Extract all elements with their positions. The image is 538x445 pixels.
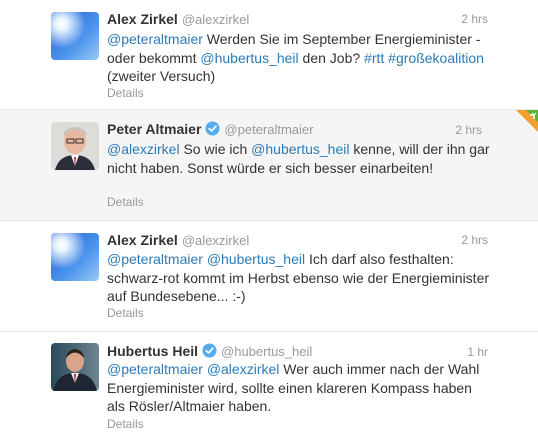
username[interactable]: @alexzirkel <box>182 12 249 27</box>
text-segment: (zweiter Versuch) <box>107 68 216 84</box>
tweet-text: @peteraltmaier @hubertus_heil Ich darf a… <box>107 250 492 306</box>
details-link[interactable]: Details <box>107 195 144 209</box>
mention-link[interactable]: @alexzirkel <box>207 361 280 377</box>
mention-link[interactable]: @hubertus_heil <box>207 251 305 267</box>
fullname[interactable]: Alex Zirkel <box>107 11 178 27</box>
text-segment: den Job? <box>298 49 365 66</box>
sky-sun-avatar-image <box>51 12 99 60</box>
sky-sun-avatar-image <box>51 233 99 281</box>
username[interactable]: @hubertus_heil <box>221 344 312 359</box>
hashtag-link[interactable]: #rtt <box>364 50 384 66</box>
avatar[interactable] <box>51 122 99 170</box>
details-link[interactable]: Details <box>107 417 144 431</box>
tweet-item[interactable]: Alex Zirkel @alexzirkel 2 hrs @peteraltma… <box>0 0 538 110</box>
mention-link[interactable]: @peteraltmaier <box>107 251 203 267</box>
tweet-text: @peteraltmaier Werden Sie im September E… <box>107 30 492 86</box>
tweet-header: Hubertus Heil @hubertus_heil <box>107 343 488 361</box>
timestamp[interactable]: 1 hr <box>467 345 488 359</box>
portrait-avatar-image <box>51 343 99 391</box>
tweet-text: @peteraltmaier @alexzirkel Wer auch imme… <box>107 360 492 416</box>
username[interactable]: @alexzirkel <box>182 233 249 248</box>
username[interactable]: @peteraltmaier <box>224 122 313 137</box>
mention-link[interactable]: @hubertus_heil <box>251 141 349 157</box>
portrait-avatar-image <box>51 122 99 170</box>
avatar[interactable] <box>51 343 99 391</box>
fullname[interactable]: Hubertus Heil <box>107 343 198 359</box>
tweet-text: @alexzirkel So wie ich @hubertus_heil ke… <box>107 140 492 177</box>
fullname[interactable]: Alex Zirkel <box>107 232 178 248</box>
tweet-item[interactable]: Alex Zirkel @alexzirkel 2 hrs @peteraltma… <box>0 221 538 332</box>
timestamp[interactable]: 2 hrs <box>455 123 482 137</box>
mention-link[interactable]: @peteraltmaier <box>107 361 203 377</box>
tweet-item[interactable]: Hubertus Heil @hubertus_heil 1 hr @petera… <box>0 332 538 445</box>
verified-badge-icon <box>205 121 220 141</box>
details-link[interactable]: Details <box>107 306 144 320</box>
mention-link[interactable]: @peteraltmaier <box>107 31 203 47</box>
details-link[interactable]: Details <box>107 86 144 100</box>
timestamp[interactable]: 2 hrs <box>461 12 488 26</box>
tweet-header: Alex Zirkel @alexzirkel <box>107 11 488 29</box>
hashtag-link[interactable]: #großekoalition <box>388 50 484 66</box>
mention-link[interactable]: @hubertus_heil <box>200 50 298 66</box>
mention-link[interactable]: @alexzirkel <box>107 141 180 157</box>
tweet-header: Peter Altmaier @peteraltmaier <box>107 121 488 139</box>
avatar[interactable] <box>51 233 99 281</box>
fullname[interactable]: Peter Altmaier <box>107 121 201 137</box>
timestamp[interactable]: 2 hrs <box>461 233 488 247</box>
tweet-stream: Alex Zirkel @alexzirkel 2 hrs @peteraltma… <box>0 0 538 445</box>
tweet-item[interactable]: Peter Altmaier @peteraltmaier 2 hrs @alex… <box>0 110 538 221</box>
text-segment: So wie ich <box>179 141 252 157</box>
avatar[interactable] <box>51 12 99 60</box>
tweet-header: Alex Zirkel @alexzirkel <box>107 232 488 250</box>
retweet-corner-icon <box>516 110 538 132</box>
